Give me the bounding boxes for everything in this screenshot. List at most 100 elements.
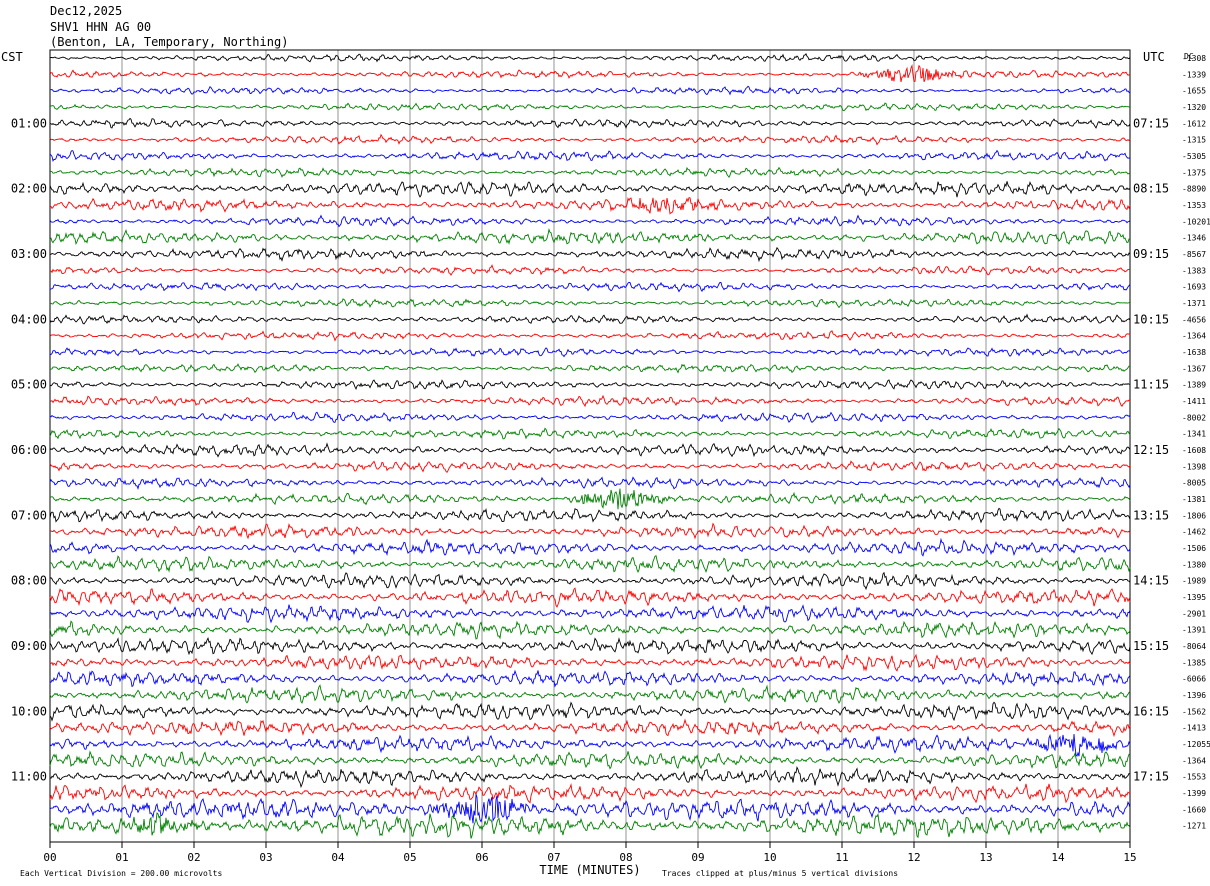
left-time-label: 11:00 <box>11 770 47 784</box>
right-time-label: 08:15 <box>1133 182 1169 196</box>
trace-line <box>49 427 1131 440</box>
trace-line <box>49 330 1131 342</box>
dc-offset-label: -1389 <box>1182 381 1206 390</box>
left-time-label: 02:00 <box>11 182 47 196</box>
dc-offset-label: -1381 <box>1182 495 1206 504</box>
right-time-label: 09:15 <box>1133 247 1169 261</box>
trace-line <box>49 133 1131 146</box>
dc-offset-label: -8005 <box>1182 479 1206 488</box>
trace-line <box>49 460 1131 474</box>
left-time-label: 10:00 <box>11 704 47 718</box>
dc-offset-label: -1638 <box>1182 348 1206 357</box>
trace-line <box>49 298 1131 309</box>
dc-offset-label: -1411 <box>1182 397 1206 406</box>
x-axis-title: TIME (MINUTES) <box>539 863 640 877</box>
right-time-label: 17:15 <box>1133 770 1169 784</box>
dc-offset-label: -1346 <box>1182 234 1206 243</box>
dc-offset-label: -1380 <box>1182 560 1206 569</box>
x-tick-label: 01 <box>115 851 128 864</box>
x-tick-label: 10 <box>763 851 776 864</box>
dc-offset-label: -1315 <box>1182 136 1206 145</box>
dc-offset-label: -1385 <box>1182 658 1206 667</box>
dc-offset-label: -1989 <box>1182 577 1206 586</box>
dc-offset-label: -10201 <box>1182 217 1210 226</box>
x-tick-label: 03 <box>259 851 272 864</box>
left-time-label: 03:00 <box>11 247 47 261</box>
trace-line <box>49 442 1131 458</box>
trace-line <box>49 411 1131 423</box>
footer-scale-note: Each Vertical Division = 200.00 microvol… <box>20 869 222 878</box>
left-time-label: 05:00 <box>11 378 47 392</box>
dc-offset-label: -1364 <box>1182 332 1206 341</box>
dc-offset-label: -1806 <box>1182 511 1206 520</box>
dc-offset-label: -6066 <box>1182 675 1206 684</box>
x-tick-label: 15 <box>1123 851 1136 864</box>
dc-offset-label: -1413 <box>1182 724 1206 733</box>
dc-offset-label: -1399 <box>1182 789 1206 798</box>
dc-offset-label: -1364 <box>1182 756 1206 765</box>
right-time-label: 10:15 <box>1133 312 1169 326</box>
dc-offset-label: -1371 <box>1182 299 1206 308</box>
trace-line <box>49 117 1131 130</box>
dc-offset-label: -1367 <box>1182 364 1206 373</box>
trace-line <box>49 537 1131 557</box>
x-tick-label: 12 <box>907 851 920 864</box>
dc-offset-label: -2901 <box>1182 609 1206 618</box>
trace-line <box>49 812 1131 839</box>
trace-line <box>49 750 1131 770</box>
trace-line <box>49 507 1131 524</box>
trace-line <box>49 636 1131 656</box>
dc-offset-label: -12055 <box>1182 740 1210 749</box>
dc-offset-label: -1271 <box>1182 822 1206 831</box>
dc-offset-label: -1320 <box>1182 103 1206 112</box>
left-time-label: 04:00 <box>11 312 47 326</box>
trace-line <box>49 554 1131 574</box>
trace-line <box>49 264 1131 277</box>
dc-offset-label: -1383 <box>1182 266 1206 275</box>
trace-line <box>50 246 1131 263</box>
dc-offset-label: -1375 <box>1182 168 1206 177</box>
dc-offset-label: -1395 <box>1182 593 1206 602</box>
trace-line <box>49 620 1131 640</box>
trace-line <box>49 102 1131 112</box>
trace-line <box>49 604 1131 624</box>
dc-offset-label: -8567 <box>1182 250 1206 259</box>
x-tick-label: 02 <box>187 851 200 864</box>
dc-offset-label: -1341 <box>1182 430 1206 439</box>
dc-offset-label: -1391 <box>1182 626 1206 635</box>
trace-line <box>49 149 1131 162</box>
trace-line <box>49 347 1131 358</box>
trace-line <box>49 85 1131 96</box>
dc-offset-label: -1655 <box>1182 87 1206 96</box>
dc-offset-label: -1396 <box>1182 691 1206 700</box>
trace-line <box>49 281 1131 293</box>
right-time-label: 16:15 <box>1133 704 1169 718</box>
helicorder-chart: 00 01 02 03 04 05 06 07 08 09 10 11 12 13 14 15-1308-13… <box>1 49 1210 878</box>
dc-label: DC <box>1184 52 1194 61</box>
dc-offset-label: -1353 <box>1182 201 1206 210</box>
x-tick-label: 00 <box>43 851 56 864</box>
dc-offset-label: -1553 <box>1182 773 1206 782</box>
dc-offset-label: -5305 <box>1182 152 1206 161</box>
footer-clip-note: Traces clipped at plus/minus 5 vertical … <box>662 869 898 878</box>
x-tick-label: 14 <box>1051 851 1065 864</box>
left-time-label: 01:00 <box>11 116 47 130</box>
right-time-label: 15:15 <box>1133 639 1169 653</box>
utc-label: UTC <box>1143 50 1165 64</box>
dc-offset-label: -1562 <box>1182 707 1206 716</box>
dc-offset-label: -8064 <box>1182 642 1206 651</box>
left-time-label: 08:00 <box>11 574 47 588</box>
dc-offset-label: -1660 <box>1182 805 1206 814</box>
dc-offset-label: -8890 <box>1182 185 1206 194</box>
trace-line <box>49 669 1131 688</box>
trace-line <box>49 166 1131 179</box>
x-tick-label: 04 <box>331 851 345 864</box>
trace-line <box>49 783 1131 804</box>
left-time-label: 06:00 <box>11 443 47 457</box>
dc-offset-label: -4656 <box>1182 315 1206 324</box>
right-time-label: 12:15 <box>1133 443 1169 457</box>
trace-line <box>49 684 1131 704</box>
x-tick-label: 05 <box>403 851 416 864</box>
trace-line <box>49 766 1131 789</box>
x-tick-label: 09 <box>691 851 704 864</box>
